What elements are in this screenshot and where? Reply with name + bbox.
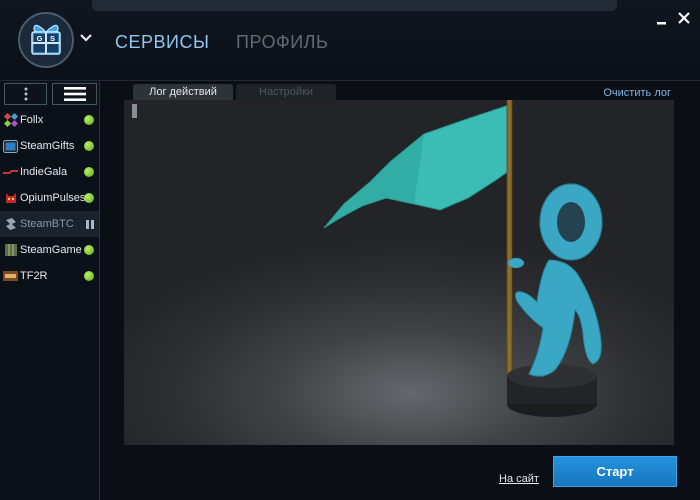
chevron-down-icon[interactable]: [79, 33, 93, 43]
service-item-tf2r[interactable]: TF2R: [0, 263, 99, 289]
service-item-steamgifts[interactable]: SteamGifts: [0, 133, 99, 159]
service-item-indiegala[interactable]: IndieGala: [0, 159, 99, 185]
clear-log-link[interactable]: Очистить лог: [603, 87, 671, 99]
service-item-steamgame[interactable]: SteamGame: [0, 237, 99, 263]
service-list: Follx SteamGifts IndieGala OpiumPulses S…: [0, 107, 99, 289]
status-running-indicator: [84, 115, 94, 125]
service-label: Follx: [20, 114, 44, 126]
tf2r-icon: [3, 269, 18, 284]
hamburger-icon: [63, 87, 86, 101]
opiumpulses-icon: [3, 191, 18, 206]
logo-letter-g: G: [37, 34, 43, 43]
status-running-indicator: [84, 167, 94, 177]
tab-action-log[interactable]: Лог действий: [133, 84, 233, 100]
service-label: TF2R: [20, 270, 48, 282]
start-button[interactable]: Старт: [553, 456, 677, 487]
title-drag-strip[interactable]: [92, 0, 617, 11]
service-label: SteamGame: [20, 244, 82, 256]
service-label: SteamBTC: [20, 218, 74, 230]
mascot-with-flag-illustration: [323, 100, 603, 417]
status-running-indicator: [84, 271, 94, 281]
sidebar-list-button[interactable]: [52, 83, 97, 105]
nav-tab-services[interactable]: СЕРВИСЫ: [115, 32, 209, 53]
service-item-opiumpulses[interactable]: OpiumPulses: [0, 185, 99, 211]
minimize-icon[interactable]: [654, 10, 670, 26]
steamgame-icon: [3, 243, 18, 258]
steamgifts-icon: [3, 139, 18, 154]
pause-icon[interactable]: [86, 220, 94, 229]
steambtc-icon: [3, 217, 18, 232]
visit-site-link[interactable]: На сайт: [499, 473, 539, 485]
logo-letter-s: S: [50, 34, 55, 43]
sidebar-menu-button[interactable]: [4, 83, 47, 105]
gift-box-icon: G S: [31, 24, 61, 55]
status-running-indicator: [84, 141, 94, 151]
vertical-dots-icon: [24, 87, 27, 101]
service-item-follx[interactable]: Follx: [0, 107, 99, 133]
app-header: G S СЕРВИСЫ ПРОФИЛЬ: [0, 0, 700, 81]
service-label: IndieGala: [20, 166, 68, 178]
status-running-indicator: [84, 193, 94, 203]
status-running-indicator: [84, 245, 94, 255]
app-logo[interactable]: G S: [18, 12, 74, 68]
service-item-steambtc[interactable]: SteamBTC: [0, 211, 99, 237]
close-icon[interactable]: [676, 10, 692, 26]
tab-settings[interactable]: Настройки: [236, 84, 336, 100]
follx-icon: [3, 113, 18, 128]
indiegala-icon: [3, 165, 18, 180]
action-log-panel[interactable]: [124, 100, 674, 445]
nav-tab-profile[interactable]: ПРОФИЛЬ: [236, 32, 328, 53]
service-label: OpiumPulses: [20, 192, 86, 204]
services-sidebar: Follx SteamGifts IndieGala OpiumPulses S…: [0, 81, 100, 500]
service-label: SteamGifts: [20, 140, 75, 152]
